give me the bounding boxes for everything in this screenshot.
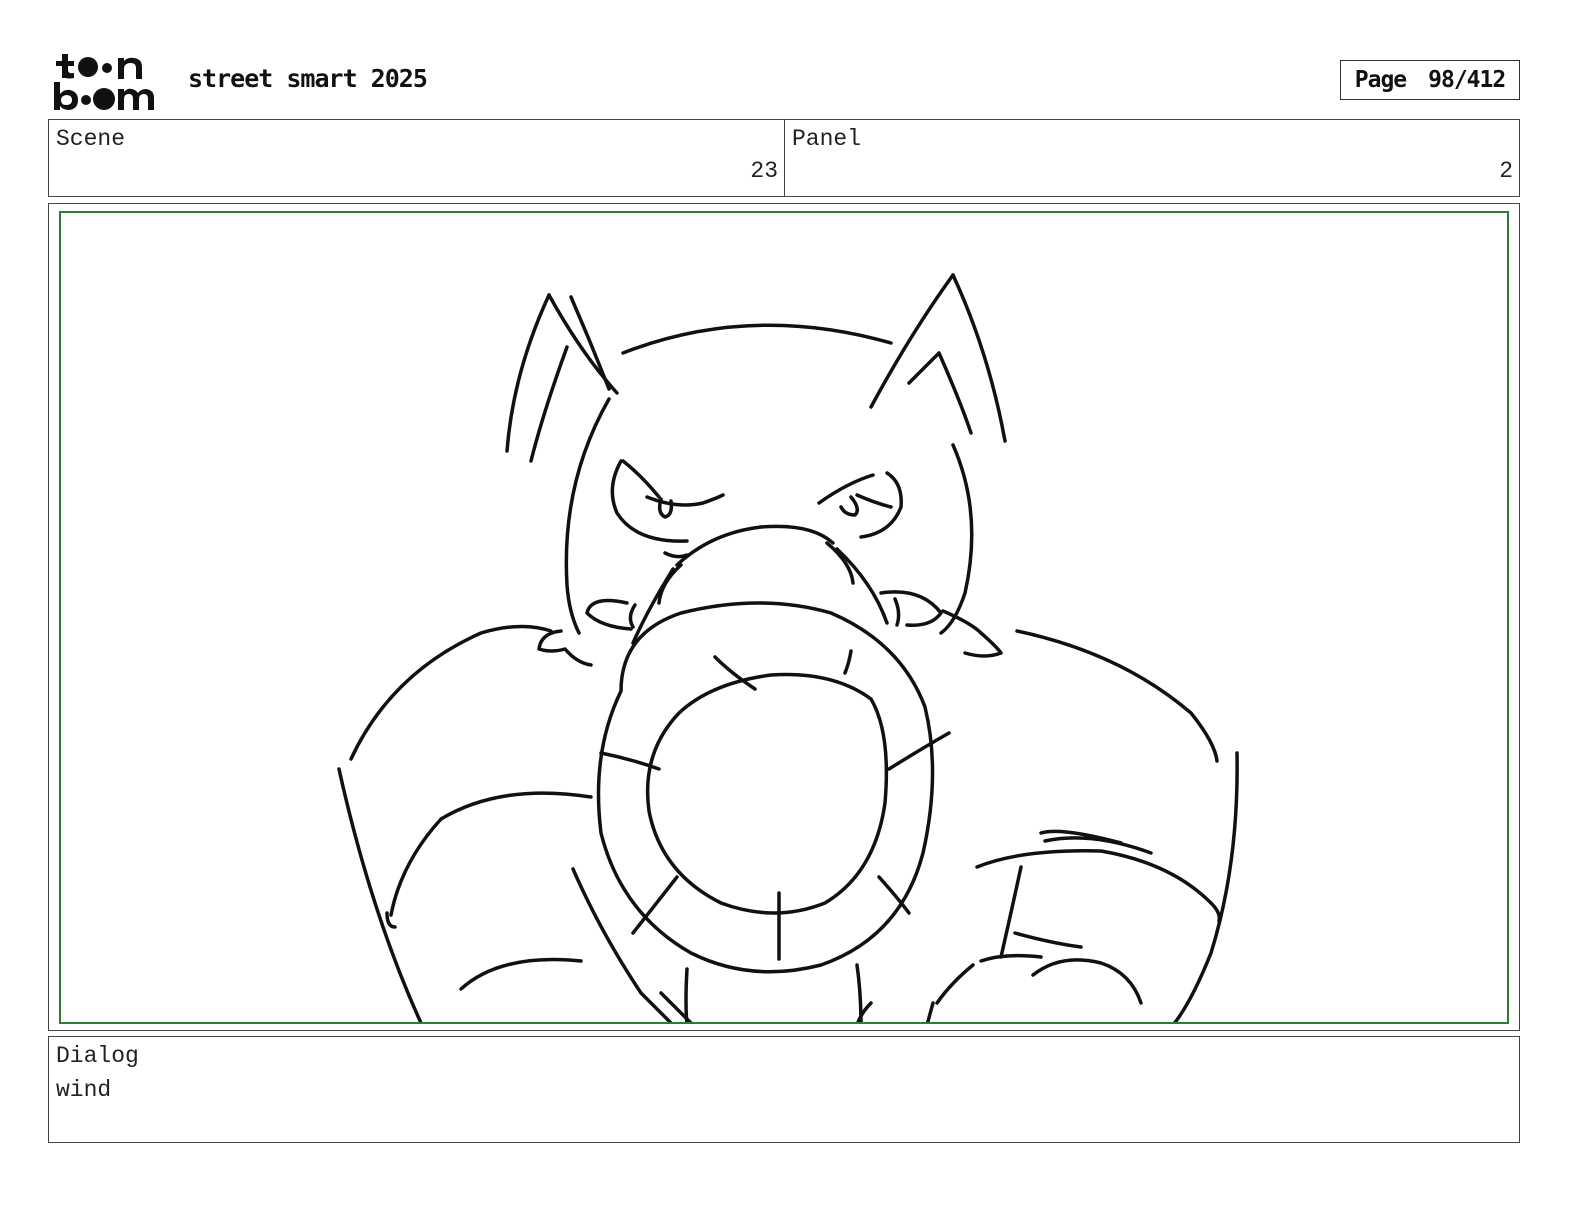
toon-boom-logo <box>52 52 164 112</box>
scene-panel-row: Scene 23 Panel 2 <box>48 119 1520 197</box>
boar-sketch-drawing <box>337 273 1239 1022</box>
project-title: street smart 2025 <box>188 64 428 93</box>
panel-drawing-area <box>59 211 1509 1024</box>
scene-label: Scene <box>56 126 126 152</box>
scene-number: 23 <box>750 158 778 184</box>
page-indicator: Page 98/412 <box>1340 60 1520 100</box>
panel-cell: Panel 2 <box>785 120 1519 196</box>
page-label: Page <box>1354 67 1407 93</box>
panel-number: 2 <box>1499 158 1513 184</box>
scene-cell: Scene 23 <box>49 120 785 196</box>
dialog-label: Dialog <box>56 1043 139 1069</box>
toon-boom-logo-icon <box>54 54 154 110</box>
dialog-box: Dialog wind <box>48 1036 1520 1143</box>
dialog-text: wind <box>56 1077 112 1103</box>
panel-label: Panel <box>792 126 862 152</box>
page-number: 98/412 <box>1428 67 1506 93</box>
